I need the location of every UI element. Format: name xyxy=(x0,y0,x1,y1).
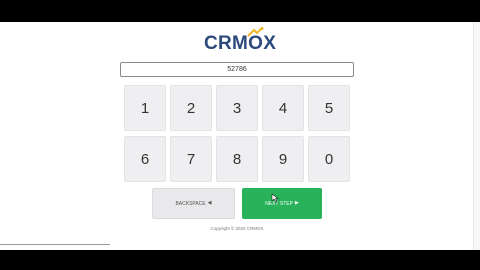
key-3[interactable]: 3 xyxy=(216,85,258,131)
next-step-label: NEXT STEP xyxy=(265,200,293,207)
logo-mark-icon xyxy=(247,27,264,37)
key-1[interactable]: 1 xyxy=(124,85,166,131)
key-9[interactable]: 9 xyxy=(262,136,304,182)
pin-input[interactable]: 52786 xyxy=(120,62,354,77)
next-step-button[interactable]: NEXT STEP ▶ xyxy=(242,188,322,219)
key-0[interactable]: 0 xyxy=(308,136,350,182)
key-5[interactable]: 5 xyxy=(308,85,350,131)
key-8[interactable]: 8 xyxy=(216,136,258,182)
eraser-icon: ◀ xyxy=(207,200,212,206)
arrow-icon: ▶ xyxy=(294,200,299,206)
key-2[interactable]: 2 xyxy=(170,85,212,131)
logo-text: CRMOX xyxy=(204,33,277,54)
copyright-text: Copyright © 2020 CRMOX xyxy=(210,226,264,231)
key-4[interactable]: 4 xyxy=(262,85,304,131)
brand-logo: CRMOX xyxy=(204,33,277,54)
login-screen: CRMOX 52786 1 2 3 4 5 6 7 8 9 0 BACKSPAC… xyxy=(0,22,480,250)
top-letterbox xyxy=(0,0,480,22)
scrollbar[interactable] xyxy=(473,22,480,250)
mouse-cursor-icon xyxy=(271,193,279,203)
key-6[interactable]: 6 xyxy=(124,136,166,182)
divider xyxy=(0,244,110,245)
backspace-label: BACKSPACE xyxy=(175,200,206,207)
backspace-button[interactable]: BACKSPACE ◀ xyxy=(152,188,235,219)
bottom-letterbox xyxy=(0,250,480,270)
key-7[interactable]: 7 xyxy=(170,136,212,182)
